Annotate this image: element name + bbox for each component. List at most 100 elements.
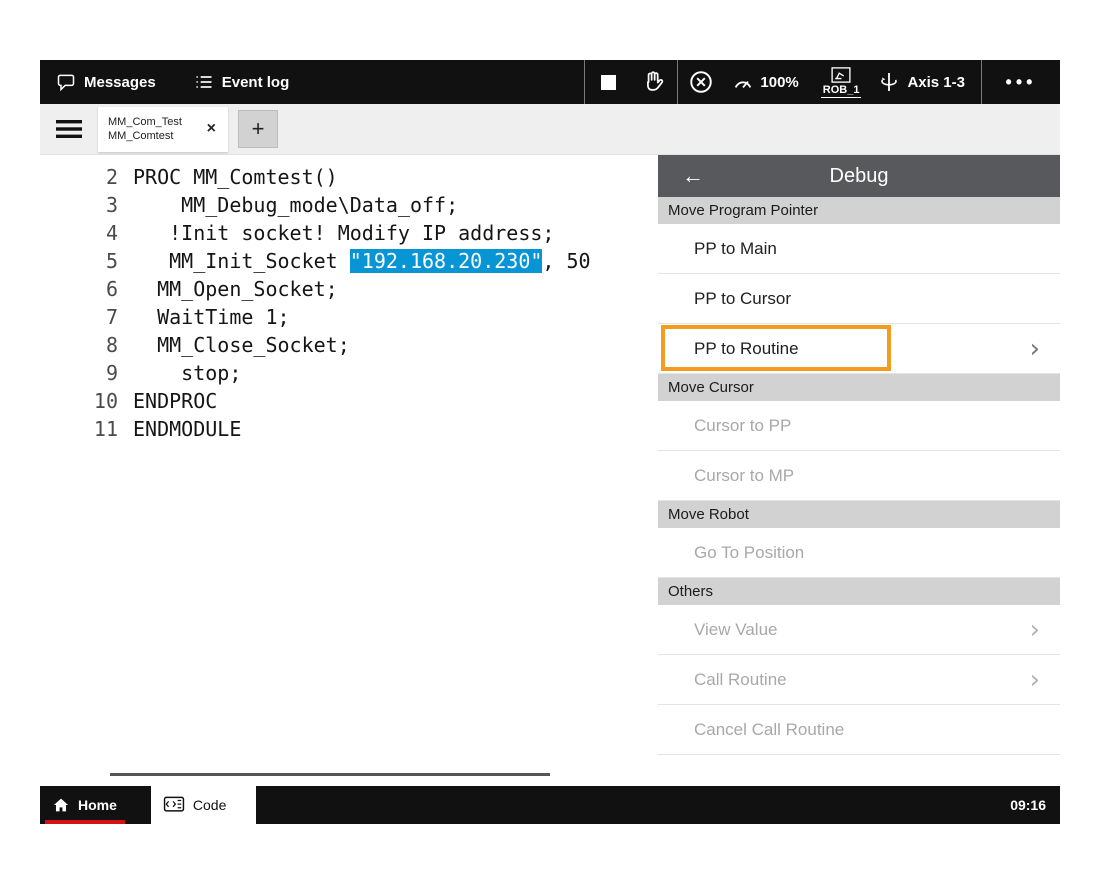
menu-item-label: Cancel Call Routine bbox=[694, 720, 1040, 740]
menu-item-pp-to-cursor[interactable]: PP to Cursor bbox=[658, 274, 1060, 324]
code-lines: 2PROC MM_Comtest()3 MM_Debug_mode\Data_o… bbox=[40, 163, 658, 443]
stop-button[interactable] bbox=[585, 60, 631, 104]
section-header-move-program-pointer: Move Program Pointer bbox=[658, 197, 1060, 224]
line-code-text: MM_Debug_mode\Data_off; bbox=[118, 191, 458, 219]
speed-button[interactable]: 100% bbox=[724, 60, 812, 104]
code-label: Code bbox=[193, 797, 226, 813]
taskbar: Home Code 09:16 bbox=[40, 786, 1060, 824]
code-line[interactable]: 2PROC MM_Comtest() bbox=[40, 163, 658, 191]
horizontal-scrollbar[interactable] bbox=[110, 773, 550, 776]
debug-panel-header: Debug ← bbox=[658, 155, 1060, 197]
line-number: 5 bbox=[40, 247, 118, 275]
app-window: Messages Event log bbox=[40, 60, 1060, 824]
menu-item-label: PP to Cursor bbox=[694, 289, 1040, 309]
code-icon bbox=[163, 796, 185, 814]
chevron-right-icon: › bbox=[1030, 667, 1040, 693]
axis-button[interactable]: Axis 1-3 bbox=[869, 60, 981, 104]
code-line[interactable]: 11ENDMODULE bbox=[40, 415, 658, 443]
menu-item-label: Cursor to MP bbox=[694, 466, 1040, 486]
code-line[interactable]: 5 MM_Init_Socket "192.168.20.230", 50 bbox=[40, 247, 658, 275]
code-line[interactable]: 4 !Init socket! Modify IP address; bbox=[40, 219, 658, 247]
more-dots-icon: ••• bbox=[1006, 72, 1037, 93]
chevron-right-icon: › bbox=[1030, 617, 1040, 643]
home-button[interactable]: Home bbox=[40, 786, 137, 824]
menu-item-label: PP to Routine bbox=[694, 339, 1030, 359]
top-bar-left: Messages Event log bbox=[40, 60, 584, 104]
line-number: 10 bbox=[40, 387, 118, 415]
line-number: 3 bbox=[40, 191, 118, 219]
tab-labels: MM_Com_Test MM_Comtest bbox=[108, 116, 203, 142]
more-button[interactable]: ••• bbox=[982, 60, 1060, 104]
menu-item-cancel-call-routine: Cancel Call Routine bbox=[658, 705, 1060, 755]
home-icon bbox=[52, 796, 70, 814]
stop-icon bbox=[601, 75, 616, 90]
tab-label-module: MM_Com_Test bbox=[108, 116, 203, 128]
code-editor[interactable]: 2PROC MM_Comtest()3 MM_Debug_mode\Data_o… bbox=[40, 155, 658, 786]
line-code-text: MM_Init_Socket "192.168.20.230", 50 bbox=[118, 247, 591, 275]
menu-item-call-routine: Call Routine› bbox=[658, 655, 1060, 705]
menu-item-label: Go To Position bbox=[694, 543, 1040, 563]
menu-item-cursor-to-mp: Cursor to MP bbox=[658, 451, 1060, 501]
top-bar-right: 100% ROB_1 Axis 1-3 ••• bbox=[584, 60, 1060, 104]
top-bar: Messages Event log bbox=[40, 60, 1060, 104]
messages-icon bbox=[56, 72, 76, 92]
menu-button[interactable] bbox=[40, 119, 98, 139]
hand-icon bbox=[641, 69, 667, 95]
code-line[interactable]: 8 MM_Close_Socket; bbox=[40, 331, 658, 359]
line-code-text: !Init socket! Modify IP address; bbox=[118, 219, 554, 247]
menu-item-label: View Value bbox=[694, 620, 1030, 640]
mech-unit-button[interactable]: ROB_1 bbox=[813, 60, 870, 104]
menu-item-label: PP to Main bbox=[694, 239, 1040, 259]
line-number: 8 bbox=[40, 331, 118, 359]
code-line[interactable]: 6 MM_Open_Socket; bbox=[40, 275, 658, 303]
event-log-icon bbox=[194, 72, 214, 92]
menu-item-label: Cursor to PP bbox=[694, 416, 1040, 436]
code-tab-button[interactable]: Code bbox=[151, 786, 256, 824]
back-arrow-icon[interactable]: ← bbox=[682, 165, 704, 187]
debug-panel-title: Debug bbox=[658, 165, 1060, 188]
line-number: 2 bbox=[40, 163, 118, 191]
manual-jog-button[interactable] bbox=[631, 60, 677, 104]
tab-strip: MM_Com_Test MM_Comtest × + bbox=[40, 104, 1060, 155]
menu-item-go-to-position: Go To Position bbox=[658, 528, 1060, 578]
tab-label-routine: MM_Comtest bbox=[108, 130, 203, 142]
messages-button[interactable]: Messages bbox=[56, 72, 156, 92]
line-number: 4 bbox=[40, 219, 118, 247]
section-header-move-cursor: Move Cursor bbox=[658, 374, 1060, 401]
line-code-text: stop; bbox=[118, 359, 241, 387]
plus-icon: + bbox=[252, 116, 265, 142]
line-code-text: WaitTime 1; bbox=[118, 303, 290, 331]
line-number: 11 bbox=[40, 415, 118, 443]
line-code-text: ENDPROC bbox=[118, 387, 217, 415]
tab-mm-comtest[interactable]: MM_Com_Test MM_Comtest × bbox=[98, 107, 228, 152]
debug-panel: Debug ← Move Program Pointer PP to Main PP… bbox=[658, 155, 1060, 786]
motors-off-icon bbox=[688, 69, 714, 95]
line-code-text: PROC MM_Comtest() bbox=[118, 163, 338, 191]
home-active-indicator bbox=[45, 820, 125, 824]
selected-text: "192.168.20.230" bbox=[350, 249, 543, 273]
line-code-text: ENDMODULE bbox=[118, 415, 241, 443]
line-number: 6 bbox=[40, 275, 118, 303]
new-tab-button[interactable]: + bbox=[238, 110, 278, 148]
menu-item-label: Call Routine bbox=[694, 670, 1030, 690]
menu-item-view-value: View Value› bbox=[658, 605, 1060, 655]
axis-label: Axis 1-3 bbox=[907, 74, 965, 91]
code-line[interactable]: 9 stop; bbox=[40, 359, 658, 387]
event-log-button[interactable]: Event log bbox=[194, 72, 290, 92]
tab-close-icon[interactable]: × bbox=[203, 120, 220, 138]
speed-value: 100% bbox=[760, 74, 798, 91]
section-header-others: Others bbox=[658, 578, 1060, 605]
line-code-text: MM_Close_Socket; bbox=[118, 331, 350, 359]
event-log-label: Event log bbox=[222, 74, 290, 91]
chevron-right-icon: › bbox=[1030, 336, 1040, 362]
code-line[interactable]: 10ENDPROC bbox=[40, 387, 658, 415]
code-line[interactable]: 7 WaitTime 1; bbox=[40, 303, 658, 331]
hamburger-icon bbox=[55, 119, 83, 139]
section-header-move-robot: Move Robot bbox=[658, 501, 1060, 528]
speed-gauge-icon bbox=[732, 72, 754, 92]
menu-item-pp-to-main[interactable]: PP to Main bbox=[658, 224, 1060, 274]
motors-state-button[interactable] bbox=[678, 60, 724, 104]
menu-item-pp-to-routine[interactable]: PP to Routine› bbox=[658, 324, 1060, 374]
main-area: 2PROC MM_Comtest()3 MM_Debug_mode\Data_o… bbox=[40, 155, 1060, 786]
code-line[interactable]: 3 MM_Debug_mode\Data_off; bbox=[40, 191, 658, 219]
